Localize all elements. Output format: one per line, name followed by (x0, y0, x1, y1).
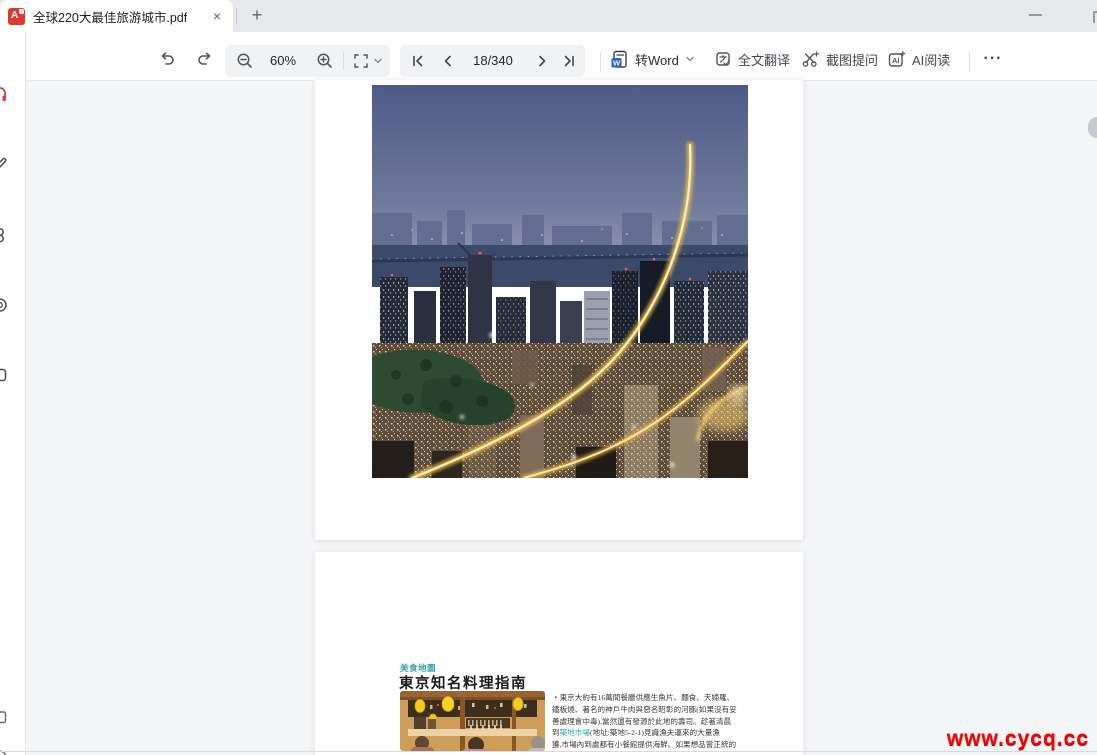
page-icon (0, 296, 9, 314)
paragraph-line: 獲,市場內到處都有小餐館提供海鮮。如果想品嘗正統的 (552, 739, 727, 751)
paragraph-line: 善處理會中毒),當然還有發源於此地的壽司。趁著清晨 (552, 716, 727, 728)
toolbar-divider (600, 52, 601, 72)
last-page-icon (560, 52, 578, 70)
article-title: 東京知名料理指南 (399, 672, 527, 693)
pdf-page-18: 美食地圖 東京知名料理指南 (315, 552, 803, 755)
tab-divider (236, 8, 237, 24)
word-doc-icon: W (610, 50, 629, 69)
last-page-button[interactable] (557, 49, 581, 73)
ai-icon: AI (887, 50, 906, 69)
paragraph-line: ・東京大約有16萬間餐廳供應生魚片、麵食、天婦羅、 (552, 692, 727, 704)
redo-icon (195, 49, 215, 69)
chevron-left-icon (439, 52, 457, 70)
tokyo-night-cityscape-photo (372, 85, 748, 478)
minimize-icon (1029, 14, 1042, 16)
edit-icon (0, 226, 9, 244)
first-page-button[interactable] (406, 49, 430, 73)
screenshot-ask-label: 截图提问 (826, 50, 878, 69)
scissors-icon (801, 50, 820, 69)
izakaya-restaurant-photo (400, 691, 545, 751)
chevron-down-icon (373, 56, 383, 66)
article-paragraph: ・東京大約有16萬間餐廳供應生魚片、麵食、天婦羅、 鐵板燒、著名的神戶牛肉與惡名… (552, 692, 727, 751)
panel-icon (0, 708, 9, 726)
zoom-group-divider (343, 52, 344, 70)
reader-icon (0, 86, 9, 104)
ai-read-label: AI阅读 (912, 50, 950, 69)
watermark-text: www.cycq.cc (947, 727, 1089, 751)
first-page-icon (409, 52, 427, 70)
paragraph-text: 到 (552, 728, 560, 737)
zoom-control-group: 60% (225, 45, 390, 77)
minimize-button[interactable] (1022, 0, 1050, 30)
toolbar-divider (969, 52, 970, 72)
page-indicator[interactable]: 18/340 (462, 45, 524, 77)
zoom-out-icon (235, 51, 255, 71)
svg-text:W: W (613, 58, 621, 67)
tab-close-icon[interactable]: × (209, 7, 225, 25)
tab-title: 全球220大最佳旅游城市.pdf (33, 7, 187, 26)
more-button[interactable]: ··· (978, 47, 1008, 71)
fit-page-icon (352, 52, 370, 70)
next-page-button[interactable] (530, 49, 554, 73)
sidebar-item-label: 辑 (0, 245, 10, 259)
zoom-in-button[interactable] (313, 49, 337, 73)
convert-to-word-button[interactable]: W 转Word (610, 47, 695, 71)
page-nav-group: 18/340 (400, 45, 585, 77)
document-viewport[interactable]: 美食地圖 東京知名料理指南 (26, 81, 1097, 755)
undo-icon (157, 49, 177, 69)
more-icon: ··· (984, 50, 1003, 68)
toolbar: 60% (26, 32, 1097, 81)
paragraph-text: (地址:築地5-2-1)見識漁夫運來的大量漁 (590, 728, 720, 737)
undo-button[interactable] (155, 47, 179, 71)
annotate-icon (0, 156, 9, 174)
pdf-file-icon (8, 8, 25, 25)
left-sidebar: 读 注 辑 面 换 (0, 32, 26, 755)
chevron-right-icon (533, 52, 551, 70)
convert-icon (0, 366, 9, 384)
new-tab-button[interactable]: + (244, 2, 270, 28)
zoom-level-value[interactable]: 60% (261, 45, 305, 77)
paragraph-line: 鐵板燒、著名的神戶牛肉與惡名昭彰的河豚(如果沒有妥 (552, 704, 727, 716)
convert-to-word-label: 转Word (635, 50, 679, 69)
translate-icon (714, 50, 732, 68)
prev-page-button[interactable] (436, 49, 460, 73)
collapsed-panel-handle[interactable] (1088, 117, 1097, 138)
sidebar-item-label: 注 (0, 175, 10, 189)
paragraph-line: 到築地市場(地址:築地5-2-1)見識漁夫運來的大量漁 (552, 727, 727, 739)
sidebar-item-label: 换 (0, 385, 10, 399)
tsukiji-market-link[interactable]: 築地市場 (560, 728, 590, 737)
pdf-reader-window: 全球220大最佳旅游城市.pdf × + (0, 0, 1097, 755)
pdf-page-17 (315, 80, 803, 540)
zoom-out-button[interactable] (233, 49, 257, 73)
redo-button[interactable] (193, 47, 217, 71)
fit-page-dropdown[interactable] (371, 49, 385, 73)
sidebar-item-label: 读 (0, 105, 10, 119)
tab-bar: 全球220大最佳旅游城市.pdf × + (0, 0, 1097, 33)
document-tab[interactable]: 全球220大最佳旅游城市.pdf × (0, 0, 233, 32)
window-bottom-border (0, 751, 1097, 752)
full-text-translate-label: 全文翻译 (738, 50, 790, 69)
sidebar-item-label: 面 (0, 315, 10, 329)
screenshot-ask-button[interactable]: 截图提问 (801, 47, 878, 71)
zoom-in-icon (315, 51, 335, 71)
fit-page-button[interactable] (349, 49, 373, 73)
maximize-button[interactable] (1093, 11, 1097, 23)
svg-text:AI: AI (892, 56, 900, 65)
ai-read-button[interactable]: AI AI阅读 (887, 47, 950, 71)
full-text-translate-button[interactable]: 全文翻译 (714, 47, 790, 71)
chevron-down-icon (685, 54, 695, 64)
